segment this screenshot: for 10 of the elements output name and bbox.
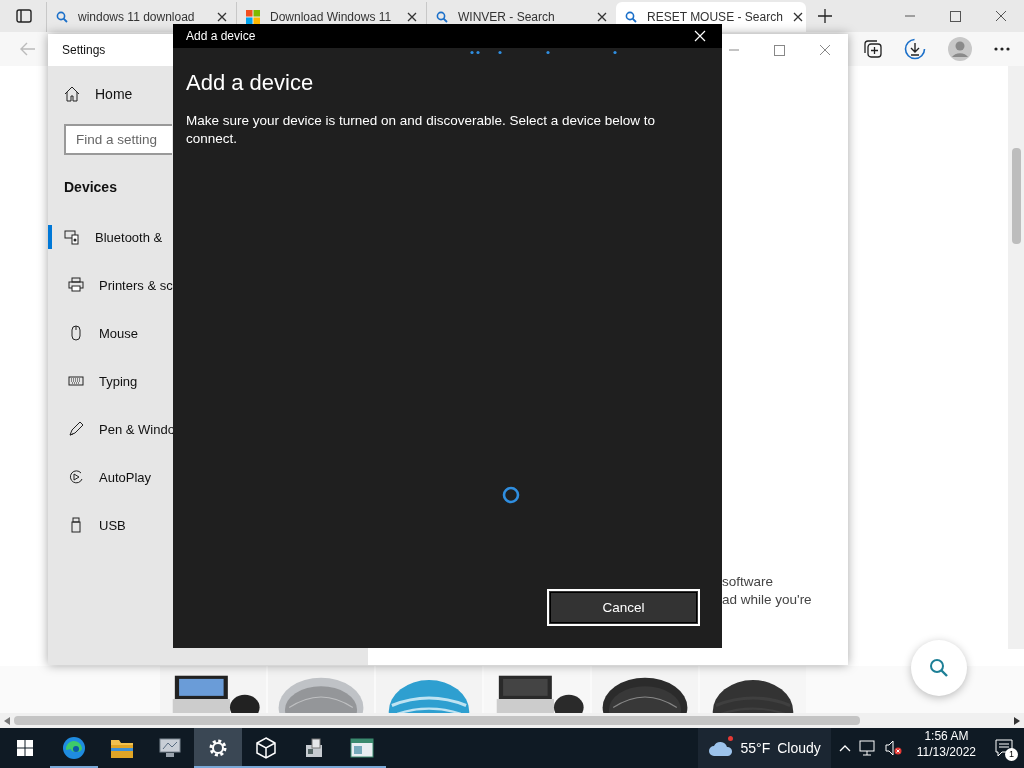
window-title: Settings (62, 43, 106, 57)
temperature: 55°F (740, 740, 771, 756)
dialog-title: Add a device (186, 29, 256, 43)
dialog-heading: Add a device (186, 70, 315, 96)
dialog-message: Make sure your device is turned on and discoverable. Select a device below to connect. (186, 112, 656, 148)
weather-condition: Cloudy (777, 740, 821, 756)
body-text: ad while you're (722, 592, 813, 607)
section-heading: Devices (63, 179, 118, 195)
body-text: software (722, 574, 775, 589)
notification-count: 1 (1005, 748, 1018, 761)
